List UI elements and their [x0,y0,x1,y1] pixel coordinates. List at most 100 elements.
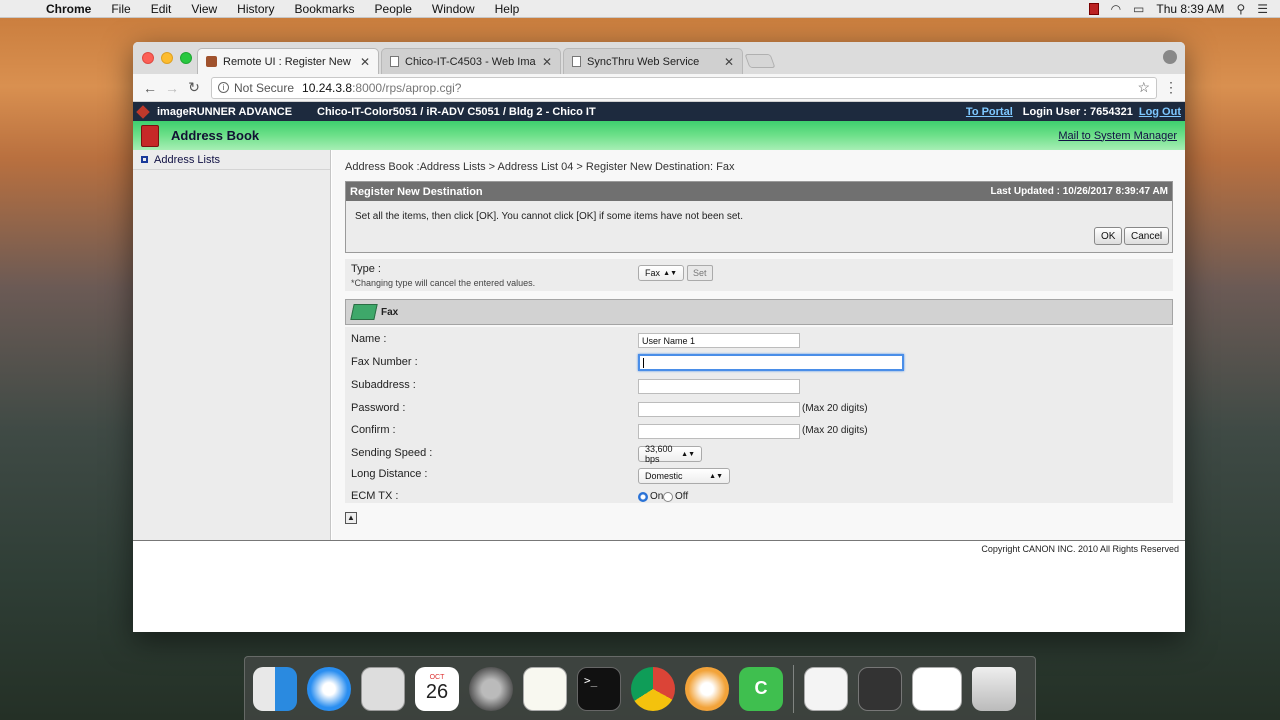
zoom-window-button[interactable] [180,52,192,64]
fax-number-input[interactable] [638,354,904,371]
ecm-off-radio[interactable] [663,492,673,502]
bookmark-star-icon[interactable]: ☆ [1137,79,1150,96]
wifi-icon[interactable]: ◠ [1111,2,1121,16]
url-path: :8000/rps/aprop.cgi? [352,80,462,95]
device-header: imageRUNNER ADVANCE Chico-IT-Color5051 /… [133,102,1185,121]
imagerunner-logo-icon [136,104,150,119]
ok-button[interactable]: OK [1094,227,1123,245]
web-page: imageRUNNER ADVANCE Chico-IT-Color5051 /… [133,102,1185,632]
canon-favicon-icon [206,56,217,67]
chrome-menu-icon[interactable]: ⋮ [1163,79,1179,96]
spotlight-icon[interactable]: ⚲ [1236,2,1245,16]
input-source-icon[interactable] [1088,2,1099,15]
ecm-off-label: Off [675,491,689,502]
chrome-icon[interactable] [631,666,675,711]
close-window-button[interactable] [142,52,154,64]
menu-view[interactable]: View [181,2,227,16]
recording-stack-icon[interactable] [858,666,902,711]
notification-center-icon[interactable]: ☰ [1257,2,1268,16]
address-book-icon [141,124,159,147]
menu-edit[interactable]: Edit [141,2,182,16]
url-host: 10.24.3.8 [302,80,353,95]
terminal-icon[interactable]: >_ [577,666,621,711]
cancel-button[interactable]: Cancel [1124,227,1170,245]
camtasia-icon[interactable]: C [739,666,783,711]
brand-name: imageRUNNER ADVANCE [157,105,293,118]
address-bar[interactable]: i Not Secure 10.24.3.8 :8000/rps/aprop.c… [211,76,1157,99]
confirm-input[interactable] [638,424,800,439]
device-info: Chico-IT-Color5051 / iR-ADV C5051 / Bldg… [317,105,596,118]
safari-icon[interactable] [307,666,351,711]
minimize-window-button[interactable] [161,52,173,64]
sending-speed-select[interactable]: 33,600 bps ▲▼ [638,444,702,464]
subaddress-input[interactable] [638,379,800,394]
profile-icon[interactable] [1163,50,1177,64]
sidebar: Address Lists [133,150,331,540]
downloads-stack-icon[interactable] [804,666,848,711]
last-updated: Last Updated : 10/26/2017 8:39:47 AM [990,186,1168,197]
calendar-month: OCT [429,673,445,681]
menu-file[interactable]: File [101,2,140,16]
close-tab-icon[interactable]: ✕ [542,55,552,69]
finder-icon[interactable] [253,666,297,711]
menu-help[interactable]: Help [485,2,530,16]
menu-app[interactable]: Chrome [36,2,101,16]
menu-window[interactable]: Window [422,2,485,16]
to-portal-link[interactable]: To Portal [966,106,1013,118]
tab-syncthru[interactable]: SyncThru Web Service ✕ [563,48,743,74]
photos-icon[interactable] [685,666,729,711]
close-tab-icon[interactable]: ✕ [724,55,734,69]
type-select[interactable]: Fax ▲▼ [638,265,684,281]
fax-section-header: Fax [345,299,1173,325]
document-stack-icon[interactable] [912,666,962,711]
page-header: Address Book Mail to System Manager [133,121,1185,150]
long-distance-select[interactable]: Domestic ▲▼ [638,468,730,484]
password-input[interactable] [638,402,800,417]
tab-remote-ui[interactable]: Remote UI : Register New Dest ✕ [197,48,379,74]
page-top-icon[interactable]: ▲ [345,512,357,524]
tab-web-image[interactable]: Chico-IT-C4503 - Web Image ✕ [381,48,561,74]
select-arrows-icon: ▲▼ [663,269,677,277]
subaddress-label: Subaddress : [351,379,416,391]
menu-bar: Chrome File Edit View History Bookmarks … [0,0,1280,18]
forward-icon[interactable]: → [161,80,183,96]
set-button[interactable]: Set [687,265,713,281]
info-icon[interactable]: i [218,82,229,93]
battery-icon[interactable]: ▭ [1133,2,1144,16]
ecm-on-radio[interactable] [638,492,648,502]
browser-window: Remote UI : Register New Dest ✕ Chico-IT… [133,42,1185,632]
tab-strip: Remote UI : Register New Dest ✕ Chico-IT… [133,42,1185,74]
menu-bookmarks[interactable]: Bookmarks [285,2,365,16]
dock: OCT 26 >_ C [244,656,1036,720]
fax-icon [350,304,378,320]
panel-header: Register New Destination Last Updated : … [346,182,1172,201]
register-panel: Register New Destination Last Updated : … [345,181,1173,253]
mail-system-manager-link[interactable]: Mail to System Manager [1058,130,1177,142]
clock[interactable]: Thu 8:39 AM [1156,2,1224,16]
panel-title: Register New Destination [350,185,483,198]
document-icon [572,56,581,67]
window-controls [142,52,192,64]
name-input[interactable]: User Name 1 [638,333,800,348]
system-preferences-icon[interactable] [469,666,513,711]
calendar-icon[interactable]: OCT 26 [415,666,459,711]
back-icon[interactable]: ← [139,80,161,96]
log-out-link[interactable]: Log Out [1139,106,1181,118]
textedit-icon[interactable] [523,666,567,711]
type-label: Type : [351,263,381,275]
trash-icon[interactable] [972,666,1016,711]
reload-icon[interactable]: ↻ [183,79,205,96]
menu-history[interactable]: History [227,2,284,16]
calculator-icon[interactable] [361,666,405,711]
page-title: Address Book [171,128,260,143]
main-content: Address Book :Address Lists > Address Li… [332,150,1185,540]
sending-speed-value: 33,600 bps [645,444,673,464]
select-arrows-icon: ▲▼ [709,472,723,480]
bullet-icon [141,156,148,163]
new-tab-button[interactable] [744,54,776,68]
browser-toolbar: ← → ↻ i Not Secure 10.24.3.8 :8000/rps/a… [133,74,1185,102]
menu-people[interactable]: People [365,2,422,16]
close-tab-icon[interactable]: ✕ [360,55,370,69]
select-arrows-icon: ▲▼ [681,450,695,458]
sidebar-item-address-lists[interactable]: Address Lists [133,150,330,170]
